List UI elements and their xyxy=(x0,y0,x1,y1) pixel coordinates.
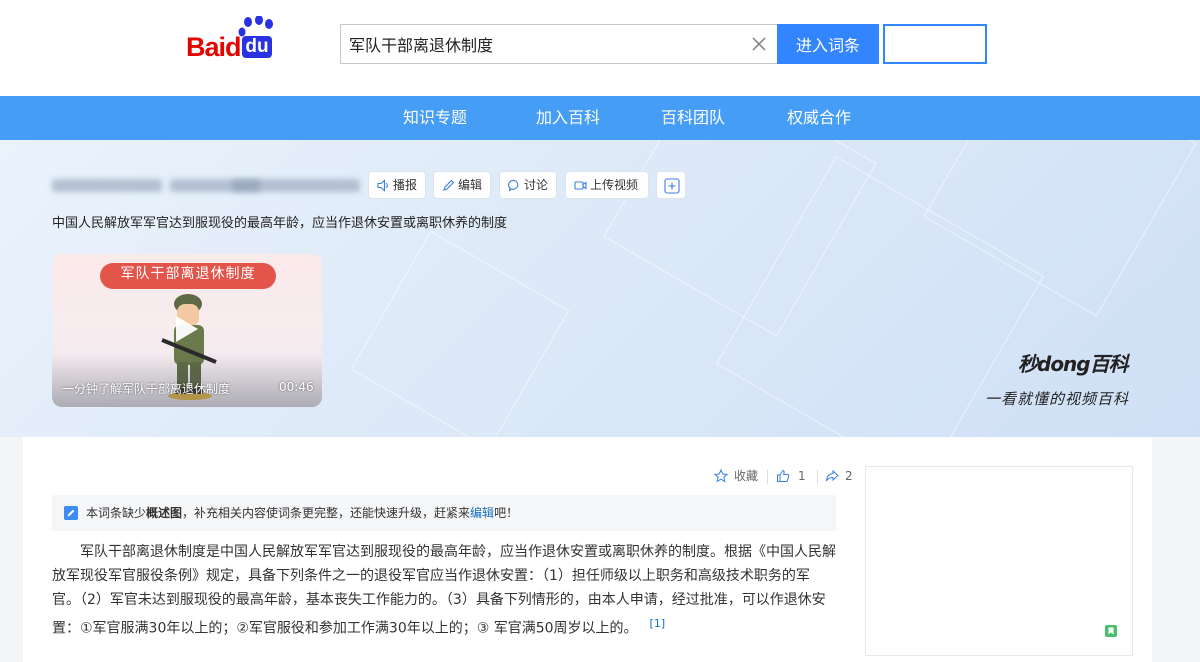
play-icon[interactable] xyxy=(172,314,200,344)
nav-item-team[interactable]: 百科团队 xyxy=(661,96,725,140)
more-button[interactable] xyxy=(656,171,686,199)
share-icon xyxy=(826,469,839,482)
upload-video-button[interactable]: 上传视频 xyxy=(565,171,649,199)
search-box xyxy=(340,24,777,64)
favorite-label: 收藏 xyxy=(734,469,759,483)
discuss-label: 讨论 xyxy=(524,178,549,192)
entry-paragraph: 军队干部离退休制度是中国人民解放军军官达到服现役的最高年龄，应当作退休安置或离职… xyxy=(52,540,836,637)
star-icon xyxy=(714,469,728,483)
logo-du-badge: du xyxy=(242,36,272,58)
miaodong-logo: 秒dong百科 xyxy=(1018,352,1129,376)
video-caption: 一分钟了解军队干部离退休制度 xyxy=(62,382,231,396)
video-card[interactable]: 军队干部离退休制度 一分钟了解军队干部离退休制度 00:46 xyxy=(52,254,322,407)
discuss-button[interactable]: 讨论 xyxy=(499,171,557,199)
notice-prefix: 本词条缺少 xyxy=(86,506,147,520)
video-duration: 00:46 xyxy=(279,380,314,394)
plus-icon xyxy=(664,178,680,194)
citation-link[interactable]: [1] xyxy=(650,617,666,630)
paragraph-line: 置：①军官服满30年以上的；②军官服役和参加工作满30年以上的；③ 军官满50周… xyxy=(52,612,836,637)
edit-icon xyxy=(443,179,455,191)
paragraph-line: 官。（2）军官未达到服现役的最高年龄，基本丧失工作能力的。（3）具备下列情形的，… xyxy=(52,592,826,608)
notice-bar: 本词条缺少概述图，补充相关内容使词条更完整，还能快速升级，赶紧来编辑吧！ xyxy=(52,495,836,531)
action-divider xyxy=(817,470,818,484)
nav-item-topics[interactable]: 知识专题 xyxy=(403,96,467,140)
video-banner-title: 军队干部离退休制度 xyxy=(120,266,256,282)
side-card xyxy=(865,466,1133,656)
paragraph-line: 军队干部离退休制度是中国人民解放军军官达到服现役的最高年龄，应当作退休安置或离职… xyxy=(52,544,836,560)
entry-title-blurred xyxy=(52,174,360,196)
paragraph-line-text: 置：①军官服满30年以上的；②军官服役和参加工作满30年以上的；③ 军官满50周… xyxy=(52,620,638,637)
broadcast-button[interactable]: 播报 xyxy=(368,171,426,199)
header: Baidu du 进入词条 xyxy=(0,0,1200,96)
main-nav: 知识专题 加入百科 百科团队 权威合作 xyxy=(0,96,1200,140)
like-count: 1 xyxy=(798,469,806,483)
entry-actions: 收藏 1 2 xyxy=(714,468,854,484)
miaodong-tagline: 一看就懂的视频百科 xyxy=(985,390,1130,408)
upload-video-label: 上传视频 xyxy=(590,178,639,192)
secondary-search-button[interactable] xyxy=(883,24,987,64)
broadcast-label: 播报 xyxy=(393,178,418,192)
paragraph-line: 放军现役军官服役条例》规定，具备下列条件之一的退役军官应当作退休安置：（1）担任… xyxy=(52,568,810,584)
entry-summary: 中国人民解放军军官达到服现役的最高年龄，应当作退休安置或离职休养的制度 xyxy=(52,216,508,231)
action-divider xyxy=(767,470,768,484)
entry-banner: 播报 编辑 讨论 上传视频 中国人民解放军军官达到服现役的最高年龄，应当作退休安… xyxy=(0,140,1200,437)
edit-notice-icon xyxy=(64,506,78,520)
video-upload-icon xyxy=(574,181,587,190)
notice-edit-link[interactable]: 编辑 xyxy=(470,506,494,520)
nav-item-cooperation[interactable]: 权威合作 xyxy=(787,96,851,140)
notice-suffix: 吧！ xyxy=(494,506,519,520)
share-count: 2 xyxy=(845,469,853,483)
decor-shape xyxy=(350,230,570,437)
bookmark-icon[interactable] xyxy=(1104,624,1118,638)
edit-button[interactable]: 编辑 xyxy=(433,171,491,199)
notice-middle: ，补充相关内容使词条更完整，还能快速升级，赶紧来 xyxy=(182,506,471,520)
comment-icon xyxy=(508,179,519,192)
edit-label: 编辑 xyxy=(458,178,483,192)
clear-icon[interactable] xyxy=(749,34,769,54)
thumbs-up-icon xyxy=(777,469,790,482)
nav-item-join[interactable]: 加入百科 xyxy=(536,96,600,140)
search-input[interactable] xyxy=(341,25,736,63)
notice-text: 本词条缺少概述图，补充相关内容使词条更完整，还能快速升级，赶紧来编辑吧！ xyxy=(86,495,518,531)
notice-bold: 概述图 xyxy=(146,506,183,520)
video-title-banner: 军队干部离退休制度 xyxy=(100,263,276,289)
enter-entry-button[interactable]: 进入词条 xyxy=(777,24,879,64)
speaker-icon xyxy=(377,179,388,192)
baidu-logo[interactable]: Baidu du xyxy=(186,16,296,66)
